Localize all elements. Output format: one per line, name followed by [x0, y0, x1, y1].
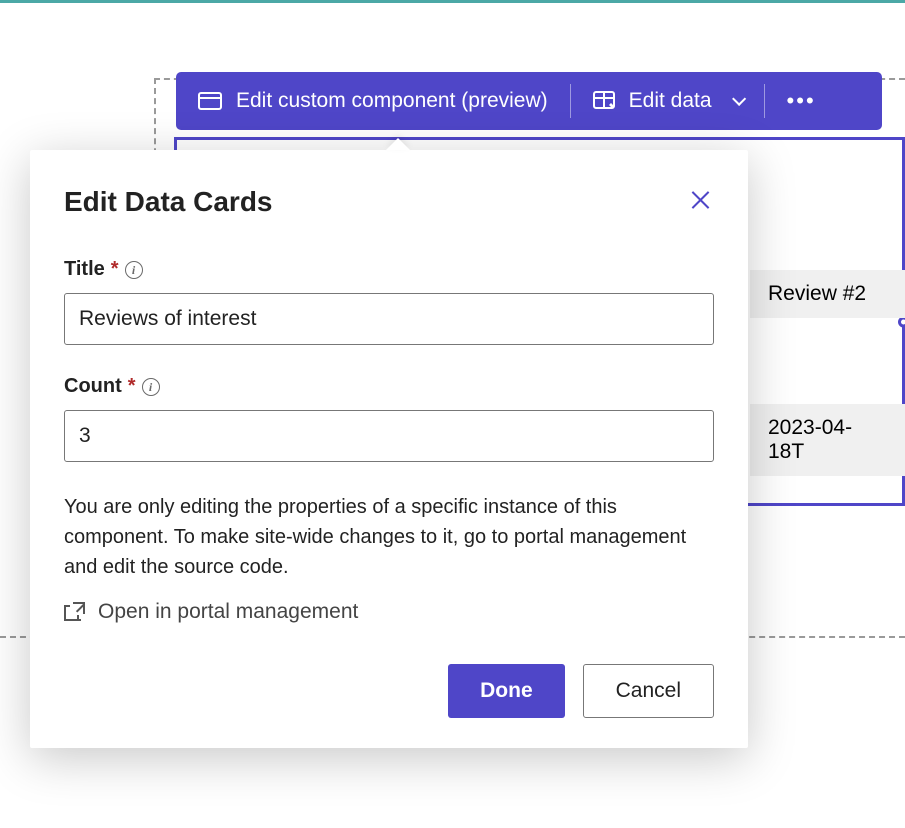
count-field-label: Count * i	[64, 375, 714, 398]
edit-custom-component-button[interactable]: Edit custom component (preview)	[176, 72, 570, 130]
edit-data-button[interactable]: Edit data	[571, 72, 764, 130]
title-input[interactable]	[64, 293, 714, 345]
edit-custom-component-label: Edit custom component (preview)	[236, 89, 548, 113]
more-actions-button[interactable]: •••	[765, 88, 838, 114]
close-icon	[690, 190, 710, 210]
count-input[interactable]	[64, 410, 714, 462]
component-toolbar: Edit custom component (preview) Edit dat…	[176, 72, 882, 130]
done-button[interactable]: Done	[448, 664, 565, 718]
table-icon	[593, 91, 615, 111]
info-icon[interactable]: i	[125, 261, 143, 279]
chevron-down-icon	[732, 92, 746, 106]
external-link-icon	[64, 603, 84, 621]
required-indicator: *	[111, 258, 119, 281]
close-button[interactable]	[686, 186, 714, 214]
panel-footer: Done Cancel	[64, 664, 714, 718]
info-icon[interactable]: i	[142, 378, 160, 396]
title-field-label: Title * i	[64, 258, 714, 281]
count-label-text: Count	[64, 375, 122, 398]
background-cell-review: Review #2	[750, 270, 905, 318]
top-separator	[0, 0, 905, 3]
ellipsis-icon: •••	[787, 88, 816, 113]
portal-link-label: Open in portal management	[98, 600, 358, 624]
title-field: Title * i	[64, 258, 714, 345]
edit-data-cards-panel: Edit Data Cards Title * i Count * i You …	[30, 150, 748, 748]
count-field: Count * i	[64, 375, 714, 462]
edit-data-label: Edit data	[629, 89, 712, 113]
background-cell-date: 2023-04-18T	[750, 404, 905, 476]
done-button-label: Done	[480, 679, 533, 703]
panel-title: Edit Data Cards	[64, 186, 273, 218]
cancel-button-label: Cancel	[616, 679, 681, 703]
panel-header: Edit Data Cards	[64, 186, 714, 218]
open-portal-management-link[interactable]: Open in portal management	[64, 600, 714, 624]
panel-caret	[386, 138, 410, 150]
component-icon	[198, 92, 222, 110]
instance-scope-helper-text: You are only editing the properties of a…	[64, 492, 714, 582]
cancel-button[interactable]: Cancel	[583, 664, 714, 718]
title-label-text: Title	[64, 258, 105, 281]
required-indicator: *	[128, 375, 136, 398]
